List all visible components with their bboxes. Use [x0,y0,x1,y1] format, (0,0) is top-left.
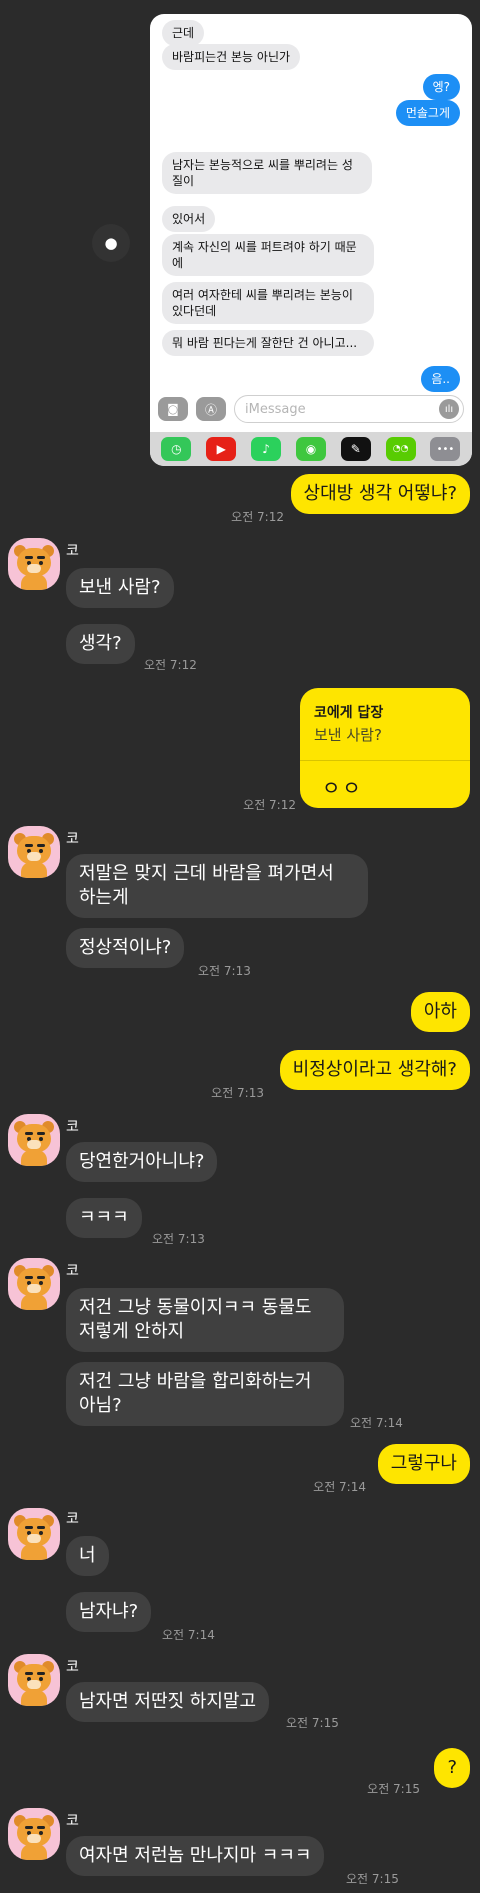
message-bubble-in[interactable]: 너 [66,1536,109,1576]
sender-name: 코 [66,1813,79,1829]
imessage-bubble: 바람피는건 본능 아닌가 [162,44,301,70]
message-bubble-in[interactable]: 저건 그냥 바람을 합리화하는거 아님? [66,1362,344,1426]
message-bubble-in[interactable]: 저말은 맞지 근데 바람을 펴가면서 하는게 [66,854,368,918]
avatar[interactable] [8,1508,60,1560]
reply-divider [300,760,470,761]
imessage-bubble: 계속 자신의 씨를 퍼트려야 하기 때문 에 [162,234,374,276]
message-time: 오전 7:14 [313,1480,366,1494]
music-app-icon[interactable]: ♪ [251,437,282,461]
fitness-app-icon[interactable]: ◉ [295,437,326,461]
message-time: 오전 7:13 [198,964,251,978]
audio-wave-icon[interactable]: ılı [439,399,459,419]
imessage-bubble: 남자는 본능적으로 씨를 뿌리려는 성 질이 [162,152,372,194]
imessage-bubble: 먼솔그게 [395,100,460,126]
message-time: 오전 7:15 [286,1716,339,1730]
message-bubble-in[interactable]: 여자면 저런놈 만나지마 ㅋㅋㅋ [66,1836,325,1876]
message-bubble-out[interactable]: 그렇구나 [377,1444,470,1484]
sender-name: 코 [66,1511,79,1527]
camera-icon[interactable]: ◙ [158,397,188,421]
message-bubble-in[interactable]: ㅋㅋㅋ [66,1198,142,1238]
sender-name: 코 [66,1263,79,1279]
avatar[interactable] [8,538,60,590]
message-time: 오전 7:13 [211,1086,264,1100]
reply-text: ㅇㅇ [322,776,363,800]
message-bubble-in[interactable]: 정상적이냐? [66,928,185,968]
imessage-input[interactable]: iMessage ılı [234,395,464,423]
message-bubble-in[interactable]: 보낸 사람? [66,568,174,608]
duolingo-app-icon[interactable]: ◔◔ [385,437,416,461]
imessage-bubble: 있어서 [162,206,216,232]
imessage-bubble: 엥? [422,74,460,100]
message-time: 오전 7:15 [367,1782,420,1796]
reply-quote: 보낸 사람? [314,726,382,744]
imessage-bubble: 뭐 바람 핀다는게 잘한단 건 아니고... [162,330,374,356]
message-bubble-in[interactable]: 남자면 저딴짓 하지말고 [66,1682,270,1722]
input-placeholder: iMessage [245,401,306,417]
speech-bubble-icon[interactable]: ● [92,224,130,262]
message-time: 오전 7:14 [350,1416,403,1430]
appstore-icon[interactable]: Ⓐ [196,397,226,421]
message-bubble-out[interactable]: 상대방 생각 어떻냐? [290,474,470,514]
message-time: 오전 7:12 [243,798,296,812]
imessage-bubble: 여러 여자한테 씨를 뿌리려는 본능이 있다던데 [162,282,374,324]
sender-name: 코 [66,1659,79,1675]
message-bubble-in[interactable]: 저건 그냥 동물이지ㅋㅋ 동물도 저렇게 안하지 [66,1288,344,1352]
message-time: 오전 7:12 [231,510,284,524]
reply-message-out[interactable]: 코에게 답장 보낸 사람? ㅇㅇ [300,688,470,808]
avatar[interactable] [8,1808,60,1860]
sender-name: 코 [66,1119,79,1135]
message-bubble-out[interactable]: 아하 [410,992,470,1032]
avatar[interactable] [8,1114,60,1166]
message-time: 오전 7:12 [144,658,197,672]
avatar[interactable] [8,1654,60,1706]
imessage-bubble: 음.. [421,366,460,392]
editor-app-icon[interactable]: ✎ [340,437,371,461]
avatar[interactable] [8,1258,60,1310]
sender-name: 코 [66,543,79,559]
imessage-bubble: 근데 [162,20,205,46]
message-time: 오전 7:15 [346,1872,399,1886]
message-bubble-in[interactable]: 생각? [66,624,135,664]
shared-screenshot[interactable]: 근데 바람피는건 본능 아닌가 엥? 먼솔그게 남자는 본능적으로 씨를 뿌리려… [150,14,472,466]
message-time: 오전 7:13 [152,1232,205,1246]
message-bubble-out[interactable]: ? [434,1748,470,1788]
imessage-input-bar: ◙ Ⓐ iMessage ılı [150,392,472,426]
findmy-app-icon[interactable]: ◷ [161,437,192,461]
app-strip: ◷ ▶ ♪ ◉ ✎ ◔◔ ••• [150,432,472,466]
message-bubble-in[interactable]: 당연한거아니냐? [66,1142,218,1182]
message-bubble-out[interactable]: 비정상이라고 생각해? [279,1050,470,1090]
reply-title: 코에게 답장 [314,705,384,721]
message-bubble-in[interactable]: 남자냐? [66,1592,152,1632]
sender-name: 코 [66,831,79,847]
avatar[interactable] [8,826,60,878]
youtube-app-icon[interactable]: ▶ [206,437,237,461]
more-apps-icon[interactable]: ••• [430,437,461,461]
message-time: 오전 7:14 [162,1628,215,1642]
